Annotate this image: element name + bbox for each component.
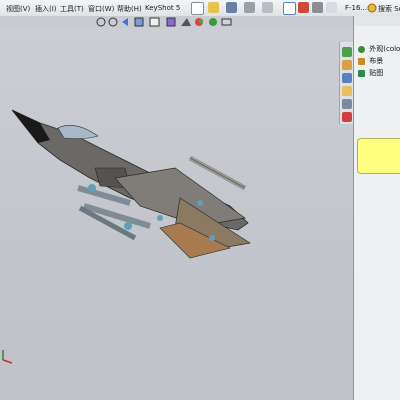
preview-panel	[357, 138, 400, 174]
previous-view-icon	[122, 18, 128, 26]
search-box-label[interactable]: 搜索 Solid	[378, 4, 400, 14]
scene-icon	[358, 57, 365, 65]
apply-scene-icon	[209, 18, 217, 26]
menu-insert[interactable]: 插入(I)	[35, 4, 57, 14]
help-search-icon[interactable]	[367, 3, 377, 13]
section-view-icon	[134, 17, 144, 27]
undo-icon[interactable]	[262, 2, 273, 13]
menu-window[interactable]: 窗口(W)	[88, 4, 114, 14]
file-properties-icon[interactable]	[326, 2, 337, 13]
menu-keyshot[interactable]: KeyShot 5	[145, 4, 180, 12]
menu-tools[interactable]: 工具(T)	[60, 4, 84, 14]
tree-item-decal[interactable]: 贴图	[358, 68, 383, 77]
view-palette-tab-icon[interactable]	[342, 86, 352, 96]
menu-help[interactable]: 帮助(H)	[117, 4, 142, 14]
task-pane: 外观(colo 布景 贴图	[353, 16, 400, 400]
rebuild-icon[interactable]	[298, 2, 309, 13]
menu-bar: 视图(V) 插入(I) 工具(T) 窗口(W) 帮助(H) KeyShot 5 …	[0, 0, 400, 17]
print-icon[interactable]	[244, 2, 255, 13]
file-explorer-tab-icon[interactable]	[342, 73, 352, 83]
display-style-icon	[166, 17, 176, 27]
new-document-icon[interactable]	[191, 2, 204, 15]
appearances-tab-icon[interactable]	[342, 112, 352, 122]
view-orientation-icon	[149, 17, 160, 27]
coordinate-triad-icon	[2, 350, 13, 364]
custom-properties-tab-icon[interactable]	[342, 99, 352, 109]
task-pane-tabs	[339, 42, 354, 124]
options-icon[interactable]	[312, 2, 323, 13]
heads-up-view-toolbar	[0, 16, 353, 28]
menu-view[interactable]: 视图(V)	[6, 4, 30, 14]
part-name: F-16...	[345, 4, 368, 12]
select-arrow-icon[interactable]	[283, 2, 296, 15]
zoom-to-fit-icon	[96, 17, 106, 27]
task-pane-title-strip	[354, 16, 400, 26]
zoom-area-icon	[108, 17, 118, 27]
solidworks-resources-tab-icon[interactable]	[342, 47, 352, 57]
edit-appearance-icon	[195, 18, 203, 26]
open-folder-icon[interactable]	[208, 2, 219, 13]
f16-model	[11, 109, 251, 259]
graphics-area[interactable]	[0, 28, 353, 400]
appearance-icon	[358, 45, 365, 53]
view-settings-icon	[221, 18, 232, 26]
hide-show-items-icon	[181, 18, 191, 26]
tree-item-scene[interactable]: 布景	[358, 56, 383, 65]
design-library-tab-icon[interactable]	[342, 60, 352, 70]
decal-icon	[358, 69, 365, 77]
tree-item-appearance[interactable]: 外观(colo	[358, 44, 400, 53]
save-icon[interactable]	[226, 2, 237, 13]
